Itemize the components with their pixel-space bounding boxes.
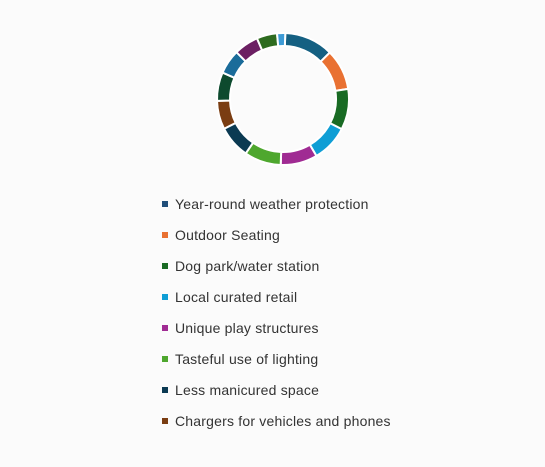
donut-segment-12 — [255, 32, 280, 52]
legend: Year-round weather protection Outdoor Sea… — [162, 188, 462, 436]
donut-segment-5 — [279, 143, 318, 166]
legend-label: Tasteful use of lighting — [175, 350, 319, 367]
legend-swatch — [162, 355, 168, 362]
legend-item: Tasteful use of lighting — [162, 343, 462, 374]
legend-label: Unique play structures — [175, 319, 319, 336]
legend-item: Chargers for vehicles and phones — [162, 405, 462, 436]
donut-segment-3 — [328, 87, 350, 131]
legend-label: Local curated retail — [175, 288, 298, 305]
chart-root: Year-round weather protection Outdoor Sea… — [0, 0, 545, 467]
legend-item: Dog park/water station — [162, 250, 462, 281]
donut-segment-13 — [275, 32, 287, 48]
legend-label: Less manicured space — [175, 381, 320, 398]
legend-item: Unique play structures — [162, 312, 462, 343]
legend-label: Chargers for vehicles and phones — [175, 412, 391, 429]
legend-label: Year-round weather protection — [175, 195, 369, 212]
legend-swatch — [162, 293, 168, 300]
legend-item: Less manicured space — [162, 374, 462, 405]
legend-item: Local curated retail — [162, 281, 462, 312]
donut-segment-8 — [215, 99, 238, 131]
legend-item: Outdoor Seating — [162, 219, 462, 250]
legend-swatch — [162, 262, 168, 269]
legend-item: Year-round weather protection — [162, 188, 462, 219]
legend-swatch — [162, 200, 168, 207]
legend-swatch — [162, 324, 168, 331]
legend-label: Outdoor Seating — [175, 226, 280, 243]
donut-segment-2 — [319, 51, 350, 93]
legend-swatch — [162, 231, 168, 238]
donut-segment-1 — [283, 32, 332, 64]
legend-swatch — [162, 417, 168, 424]
donut-chart — [215, 32, 350, 166]
legend-swatch — [162, 386, 168, 393]
legend-label: Dog park/water station — [175, 257, 320, 274]
